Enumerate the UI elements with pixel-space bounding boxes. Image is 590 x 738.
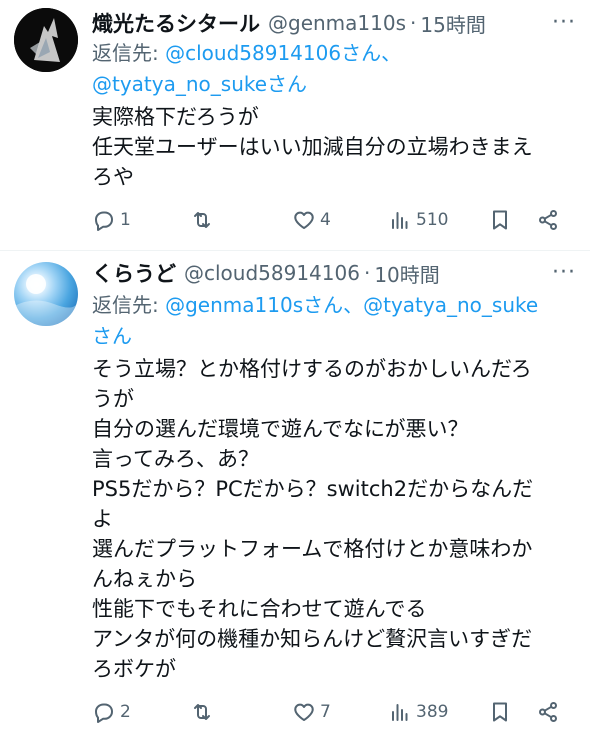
mention-link[interactable]: @genma110sさん、	[165, 293, 363, 317]
bookmark-button[interactable]	[488, 208, 512, 232]
like-button[interactable]: 7	[292, 700, 331, 724]
reply-button[interactable]: 1	[92, 208, 131, 232]
reply-to: 返信先: @genma110sさん、@tyatya_no_suke さん	[92, 290, 580, 352]
more-icon[interactable]: ···	[552, 10, 576, 35]
share-button[interactable]	[536, 208, 560, 232]
avatar[interactable]	[14, 262, 78, 326]
reply-button[interactable]: 2	[92, 700, 131, 724]
reply-to: 返信先: @cloud58914106さん、 @tyatya_no_sukeさん	[92, 38, 580, 100]
reply-to-label: 返信先:	[92, 41, 166, 65]
display-name[interactable]: くらうど	[92, 258, 176, 288]
tweet-text: 実際格下だろうが 任天堂ユーザーはいい加減自分の立場わきまえ ろや	[92, 102, 576, 192]
mention-link[interactable]: さん	[92, 324, 132, 348]
text-line: 言ってみろ、あ？	[92, 447, 259, 471]
text-line: 実際格下だろうが	[92, 105, 259, 129]
tweet[interactable]: くらうど @cloud58914106 · 10時間 ··· 返信先: @gen…	[0, 250, 590, 738]
mention-link[interactable]: @tyatya_no_sukeさん	[92, 72, 307, 96]
views-button[interactable]: 389	[388, 700, 448, 724]
timestamp[interactable]: 10時間	[374, 259, 439, 288]
reply-icon	[95, 703, 113, 723]
text-line: よ	[92, 507, 113, 531]
text-line: 選んだプラットフォームで格付けとか意味わか	[92, 537, 533, 561]
reply-count: 2	[120, 702, 131, 722]
more-icon[interactable]: ···	[552, 260, 576, 285]
bookmark-icon	[493, 210, 507, 230]
views-button[interactable]: 510	[388, 208, 448, 232]
views-icon	[392, 704, 408, 721]
like-count: 7	[320, 702, 331, 722]
display-name[interactable]: 熾光たるシタール	[92, 8, 260, 38]
like-count: 4	[320, 210, 331, 230]
views-count: 389	[416, 702, 449, 722]
user-handle[interactable]: @genma110s	[268, 11, 406, 35]
retweet-icon	[194, 704, 210, 720]
text-line: うが	[92, 387, 134, 411]
bookmark-icon	[493, 702, 507, 722]
text-line: そう立場？とか格付けするのがおかしいんだろ	[92, 357, 532, 381]
tweet-text: そう立場？とか格付けするのがおかしいんだろ うが 自分の選んだ環境で遊んでなにが…	[92, 354, 576, 684]
like-button[interactable]: 4	[292, 208, 331, 232]
text-line: 自分の選んだ環境で遊んでなにが悪い？	[92, 417, 469, 441]
action-bar: 1 4 510	[92, 206, 570, 234]
share-button[interactable]	[536, 700, 560, 724]
views-count: 510	[416, 210, 449, 230]
views-icon	[392, 212, 408, 229]
text-line: ろボケが	[92, 657, 176, 681]
tweet[interactable]: 熾光たるシタール @genma110s · 15時間 ··· 返信先: @clo…	[0, 0, 590, 250]
retweet-button[interactable]	[190, 700, 218, 724]
text-line: 任天堂ユーザーはいい加減自分の立場わきまえ	[92, 135, 533, 159]
reply-count: 1	[120, 210, 131, 230]
bookmark-button[interactable]	[488, 700, 512, 724]
timestamp[interactable]: 15時間	[420, 9, 485, 38]
avatar[interactable]	[14, 8, 78, 72]
mention-link[interactable]: @tyatya_no_suke	[363, 293, 538, 317]
retweet-button[interactable]	[190, 208, 218, 232]
retweet-icon	[194, 212, 210, 228]
text-line: PS5だから？PCだから？switch2だからなんだ	[92, 477, 534, 501]
reply-icon	[95, 211, 113, 231]
separator-dot: ·	[363, 261, 371, 285]
action-bar: 2 7 389	[92, 698, 570, 726]
mention-link[interactable]: @cloud58914106さん、	[165, 41, 401, 65]
text-line: 性能下でもそれに合わせて遊んでる	[92, 597, 427, 621]
text-line: ろや	[92, 165, 134, 189]
reply-to-label: 返信先:	[92, 293, 166, 317]
share-icon	[539, 210, 557, 230]
like-icon	[294, 211, 314, 229]
anime-character-icon	[14, 8, 78, 72]
text-line: アンタが何の機種か知らんけど贅沢言いすぎだ	[92, 627, 533, 651]
separator-dot: ·	[410, 11, 417, 35]
sky-icon	[14, 274, 78, 326]
user-handle[interactable]: @cloud58914106	[184, 261, 360, 285]
like-icon	[294, 703, 314, 721]
share-icon	[539, 702, 557, 722]
text-line: んねぇから	[92, 567, 197, 591]
